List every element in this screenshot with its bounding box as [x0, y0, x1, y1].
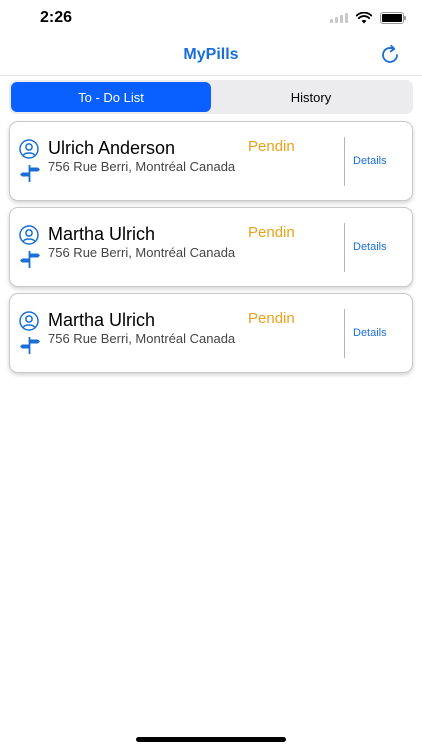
wifi-icon	[356, 12, 372, 24]
tab-todo-list[interactable]: To - Do List	[11, 82, 211, 112]
customer-name: Martha Ulrich	[48, 224, 156, 244]
status-time: 2:26	[40, 9, 73, 26]
details-button[interactable]: Details	[353, 241, 387, 253]
details-button[interactable]: Details	[353, 155, 387, 167]
app-screen: 2:26 MyPills To - Do List History Ulrich…	[0, 0, 422, 750]
battery-icon	[380, 12, 406, 24]
order-card: Ulrich Anderson 756 Rue Berri, Montréal …	[9, 121, 413, 201]
customer-address: 756 Rue Berri, Montréal Canada	[48, 159, 236, 174]
status-icons	[330, 12, 406, 24]
status-badge: Pendin	[248, 310, 295, 327]
user-circle-icon	[19, 139, 39, 159]
status-badge: Pendin	[248, 138, 295, 155]
home-indicator[interactable]	[136, 737, 286, 742]
nav-bar: MyPills	[0, 40, 422, 76]
status-bar: 2:26	[0, 0, 422, 40]
card-divider	[344, 223, 345, 272]
card-divider	[344, 309, 345, 358]
tab-history[interactable]: History	[211, 82, 411, 112]
nav-title: MyPills	[183, 46, 239, 63]
signpost-icon	[20, 251, 40, 268]
status-badge: Pendin	[248, 224, 295, 241]
user-circle-icon	[19, 311, 39, 331]
user-circle-icon	[19, 225, 39, 245]
card-divider	[344, 137, 345, 186]
order-card: Martha Ulrich 756 Rue Berri, Montréal Ca…	[9, 293, 413, 373]
cellular-signal-icon	[330, 13, 348, 23]
order-card: Martha Ulrich 756 Rue Berri, Montréal Ca…	[9, 207, 413, 287]
customer-name: Ulrich Anderson	[48, 138, 176, 158]
customer-name: Martha Ulrich	[48, 310, 156, 330]
order-list: Ulrich Anderson 756 Rue Berri, Montréal …	[9, 121, 413, 379]
customer-address: 756 Rue Berri, Montréal Canada	[48, 245, 236, 260]
signpost-icon	[20, 337, 40, 354]
signpost-icon	[20, 165, 40, 182]
details-button[interactable]: Details	[353, 327, 387, 339]
segmented-control: To - Do List History	[9, 80, 413, 114]
customer-address: 756 Rue Berri, Montréal Canada	[48, 331, 236, 346]
refresh-icon[interactable]	[378, 43, 402, 67]
